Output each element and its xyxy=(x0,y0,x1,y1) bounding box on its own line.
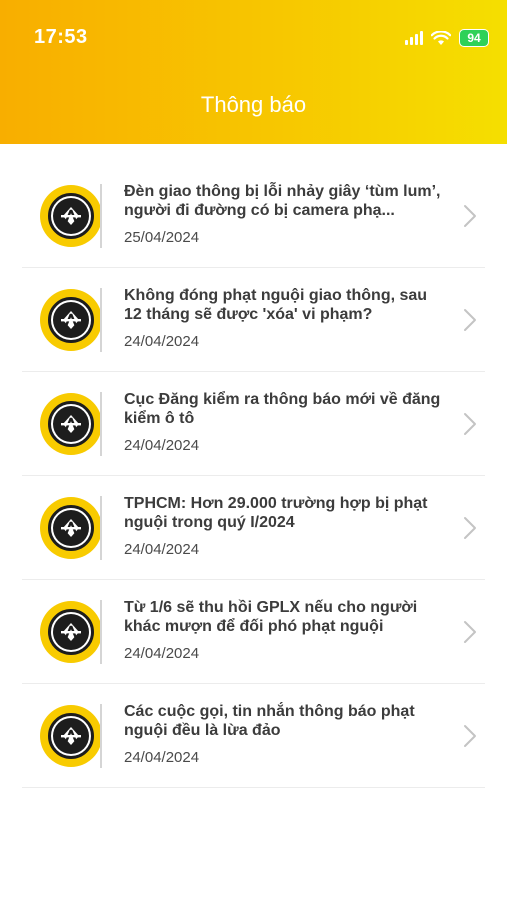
notification-item[interactable]: Cục Đăng kiểm ra thông báo mới về đăng k… xyxy=(22,372,485,476)
app-logo-icon xyxy=(40,185,102,247)
notification-title: Không đóng phạt nguội giao thông, sau 12… xyxy=(124,287,428,323)
chevron-right-icon xyxy=(464,205,476,227)
page-title: Thông báo xyxy=(200,92,307,117)
notification-date: 24/04/2024 xyxy=(124,749,200,766)
chevron-right-icon xyxy=(464,413,476,435)
vertical-divider xyxy=(100,704,102,768)
chevron-right-icon xyxy=(464,725,476,747)
notification-title: Các cuộc gọi, tin nhắn thông báo phạt ng… xyxy=(124,703,415,739)
app-logo-icon xyxy=(40,393,102,455)
status-indicators: 94 xyxy=(405,28,489,48)
notification-date: 24/04/2024 xyxy=(124,333,200,350)
app-header: 17:53 94 Thông báo xyxy=(0,0,507,144)
notification-item[interactable]: Đèn giao thông bị lỗi nhảy giây ‘tùm lum… xyxy=(22,164,485,268)
notification-item[interactable]: Từ 1/6 sẽ thu hồi GPLX nếu cho người khá… xyxy=(22,580,485,684)
notification-date: 24/04/2024 xyxy=(124,541,200,558)
chevron-right-icon xyxy=(464,621,476,643)
app-logo-icon xyxy=(40,289,102,351)
status-time: 17:53 xyxy=(34,26,88,48)
vertical-divider xyxy=(100,600,102,664)
cellular-signal-icon xyxy=(405,31,423,45)
notification-item[interactable]: Không đóng phạt nguội giao thông, sau 12… xyxy=(22,268,485,372)
app-logo-icon xyxy=(40,497,102,559)
notification-title: TPHCM: Hơn 29.000 trường hợp bị phạt ngu… xyxy=(124,495,428,531)
battery-icon: 94 xyxy=(459,29,489,47)
app-logo-icon xyxy=(40,705,102,767)
notification-title: Cục Đăng kiểm ra thông báo mới về đăng k… xyxy=(124,391,441,427)
vertical-divider xyxy=(100,184,102,248)
notification-date: 24/04/2024 xyxy=(124,437,200,454)
notification-item[interactable]: TPHCM: Hơn 29.000 trường hợp bị phạt ngu… xyxy=(22,476,485,580)
vertical-divider xyxy=(100,288,102,352)
vertical-divider xyxy=(100,496,102,560)
notification-list: Đèn giao thông bị lỗi nhảy giây ‘tùm lum… xyxy=(0,164,507,788)
wifi-icon xyxy=(431,30,451,45)
notification-item[interactable]: Các cuộc gọi, tin nhắn thông báo phạt ng… xyxy=(22,684,485,788)
vertical-divider xyxy=(100,392,102,456)
notification-date: 24/04/2024 xyxy=(124,645,200,662)
notification-date: 25/04/2024 xyxy=(124,229,200,246)
chevron-right-icon xyxy=(464,309,476,331)
notification-title: Từ 1/6 sẽ thu hồi GPLX nếu cho người khá… xyxy=(124,599,418,635)
app-logo-icon xyxy=(40,601,102,663)
notification-title: Đèn giao thông bị lỗi nhảy giây ‘tùm lum… xyxy=(124,183,441,219)
chevron-right-icon xyxy=(464,517,476,539)
battery-level: 94 xyxy=(467,31,481,45)
